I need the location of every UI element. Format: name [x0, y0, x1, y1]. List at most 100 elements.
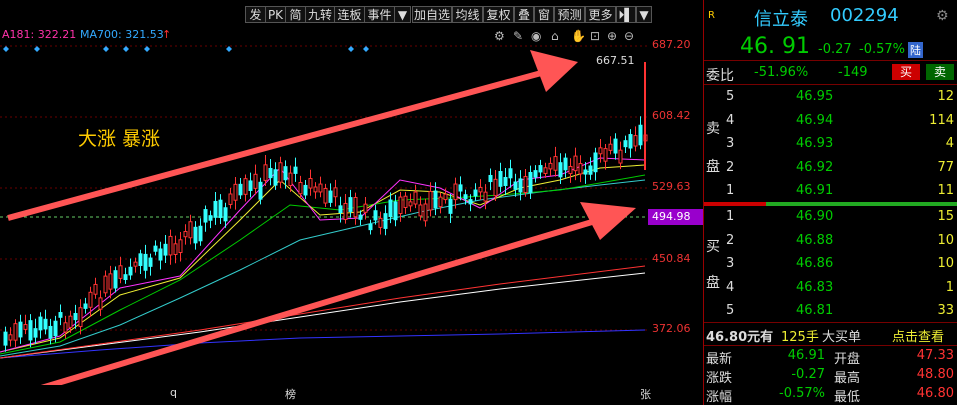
toolbar-collapse-dropdown[interactable]: ▼ [636, 6, 652, 23]
candle-body [478, 186, 483, 193]
candle-body [93, 283, 98, 295]
candle-body [483, 191, 488, 202]
toolbar-overlay-button[interactable]: 叠 [514, 6, 534, 23]
candle-body [203, 209, 208, 223]
price-axis-label: 450.84 [652, 252, 691, 265]
toolbar-more-button[interactable]: 更多 [585, 6, 616, 23]
candle-body [323, 187, 328, 204]
price-axis-label: 372.06 [652, 322, 691, 335]
candle-body [228, 193, 233, 205]
candle-body [213, 200, 218, 218]
candle-body [103, 275, 108, 294]
candle-body [413, 191, 418, 205]
high-price-label: 667.51 [596, 54, 635, 67]
candle-body [273, 169, 278, 186]
candle-body [333, 187, 338, 198]
candle-body [98, 297, 103, 310]
ask-price: 46.91 [796, 183, 834, 198]
toolbar-event-button[interactable]: 事件 [364, 6, 395, 23]
ask-volume: 12 [937, 89, 954, 104]
candle-body [83, 303, 88, 309]
stat-value: -0.27 [791, 367, 825, 382]
candle-body [358, 214, 363, 220]
candle-body [243, 178, 248, 195]
candle-body [168, 235, 173, 256]
candle-body [378, 217, 383, 228]
price-axis-label: 608.42 [652, 109, 691, 122]
candle-body [153, 245, 158, 252]
candle-body [548, 162, 553, 170]
candle-body [3, 331, 8, 346]
view-details-link[interactable]: 点击查看 [892, 326, 944, 345]
stock-name: 信立泰 [754, 9, 808, 30]
price-change: -0.27 [818, 42, 852, 57]
toolbar-ma-button[interactable]: 均线 [452, 6, 483, 23]
big-buy-hands: 125手 [781, 330, 819, 345]
toolbar-predict-button[interactable]: 预测 [554, 6, 585, 23]
candle-body [293, 166, 298, 174]
candle-body [373, 210, 378, 221]
candle-body [38, 316, 43, 331]
lu-badge: 陆 [908, 42, 923, 58]
ask-level: 3 [726, 136, 735, 151]
chart-annotation-text: 大涨 暴涨 [78, 128, 161, 150]
bid-price: 46.90 [796, 209, 834, 224]
toolbar-window-button[interactable]: 窗 [534, 6, 554, 23]
bid-level: 5 [726, 303, 735, 318]
stat-label: 涨跌 [706, 371, 733, 386]
candle-body [453, 183, 458, 201]
candle-body [268, 167, 273, 179]
candle-body [553, 156, 558, 171]
toolbar-add-watchlist-button[interactable]: 加自选 [412, 6, 452, 23]
candlestick-chart [0, 45, 648, 385]
sell-button[interactable]: 卖 [926, 64, 954, 80]
candle-body [198, 225, 203, 242]
price-axis-label: 687.20 [652, 38, 691, 51]
candle-body [533, 170, 538, 178]
candle-body [473, 189, 478, 197]
candle-body [158, 248, 163, 261]
toolbar-jian-button[interactable]: 简 [285, 6, 306, 23]
toolbar-fa-button[interactable]: 发 [245, 6, 266, 23]
ask-level: 2 [726, 159, 735, 175]
candle-body [188, 221, 193, 239]
gear-icon[interactable]: ⚙ [936, 8, 949, 24]
stat-value: 47.33 [916, 348, 954, 363]
candle-body [298, 181, 303, 195]
toolbar-play-button[interactable]: ⏵▌ [616, 6, 636, 23]
candle-body [518, 178, 523, 193]
bid-volume: 33 [937, 303, 954, 318]
toolbar-fuquan-button[interactable]: 复权 [483, 6, 514, 23]
toolbar-jiuzhuan-button[interactable]: 九转 [305, 6, 335, 23]
bid-level: 3 [726, 256, 735, 271]
price-axis-label: 529.63 [652, 180, 691, 193]
candle-body [78, 307, 83, 328]
candle-body [258, 181, 263, 200]
weibi-value: -51.96% [754, 65, 809, 80]
candle-body [493, 178, 498, 197]
candle-body [633, 135, 638, 147]
candle-body [178, 239, 183, 254]
candle-body [488, 174, 493, 183]
candle-body [118, 265, 123, 279]
candle-body [528, 171, 533, 193]
buy-button[interactable]: 买 [892, 64, 920, 80]
candle-body [438, 196, 443, 208]
candle-body [408, 201, 413, 207]
candle-body [303, 184, 308, 196]
weibi-label: 委比 [706, 68, 734, 84]
stat-value: 46.91 [787, 348, 825, 363]
candle-body [403, 195, 408, 208]
candle-body [383, 213, 388, 229]
candle-body [543, 167, 548, 174]
toolbar-lianban-button[interactable]: 连板 [334, 6, 365, 23]
candle-body [263, 164, 268, 181]
candle-body [13, 323, 18, 341]
stat-label: 最高 [834, 371, 861, 386]
bid-volume: 15 [937, 209, 954, 224]
toolbar-event-dropdown[interactable]: ▼ [394, 6, 411, 23]
toolbar-pk-button[interactable]: PK [265, 6, 286, 23]
stat-label: 最新 [706, 352, 733, 367]
candle-body [8, 334, 13, 341]
candle-body [28, 320, 33, 341]
